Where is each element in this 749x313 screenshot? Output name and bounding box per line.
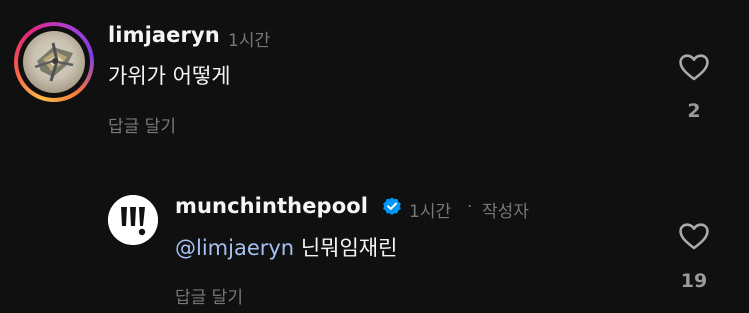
avatar[interactable] xyxy=(14,22,94,102)
avatar[interactable] xyxy=(108,195,158,245)
reply-button[interactable]: 답글 달기 xyxy=(108,112,176,137)
username[interactable]: limjaeryn xyxy=(108,23,220,47)
comment-text: 가위가 어떻게 xyxy=(108,64,231,88)
reply-button[interactable]: 답글 달기 xyxy=(175,283,243,308)
timestamp: 1시간 xyxy=(409,202,452,222)
like-count: 19 xyxy=(680,270,708,292)
brand-logo-icon xyxy=(108,195,158,245)
username[interactable]: munchinthepool xyxy=(175,194,368,218)
like-count: 2 xyxy=(687,100,701,122)
comment-text: 닌뭐임재린 xyxy=(300,236,398,260)
heart-outline-icon[interactable] xyxy=(677,50,711,84)
timestamp: 1시간 xyxy=(228,31,271,51)
author-label: 작성자 xyxy=(482,202,529,222)
avatar-art xyxy=(34,42,74,82)
avatar-image xyxy=(23,31,85,93)
heart-outline-icon[interactable] xyxy=(677,219,711,253)
verified-badge-icon xyxy=(383,197,401,215)
mention-link[interactable]: @limjaeryn xyxy=(175,236,294,260)
comment-text-line: @limjaeryn 닌뭐임재린 xyxy=(175,232,397,262)
meta-separator: · xyxy=(467,197,473,217)
